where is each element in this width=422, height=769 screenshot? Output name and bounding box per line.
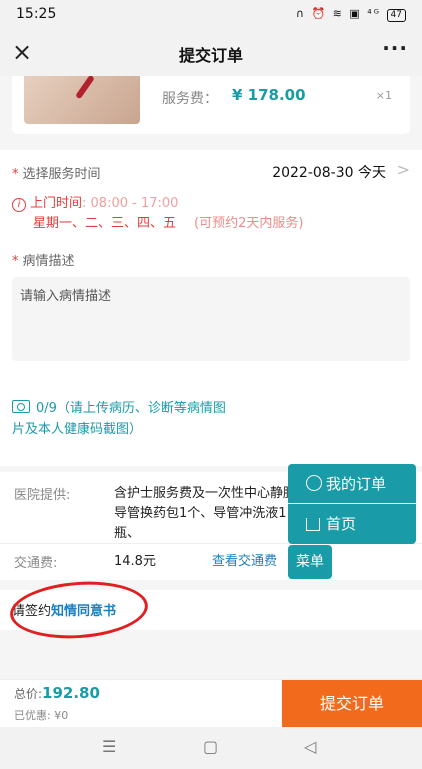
bottom-bar: 总价:192.80 已优惠: ¥0 提交订单: [0, 679, 422, 728]
time-and-description-section: * 选择服务时间 2022-08-30 今天 > i 上门时间: 08:00 - 1…: [0, 150, 422, 380]
service-time-label: * 选择服务时间: [12, 163, 101, 182]
catheter-image: [75, 76, 95, 100]
total-value: 192.80: [42, 684, 100, 702]
status-icon-set: ∩ ⏰ ≋ ▣ ⁴ᴳ: [295, 7, 382, 20]
home-button[interactable]: 首页: [288, 504, 416, 544]
my-orders-label: 我的订单: [326, 475, 387, 493]
status-time: 15:25: [16, 6, 57, 22]
service-card: 服务费： ¥ 178.00 ×1: [12, 76, 410, 134]
required-mark: *: [12, 167, 19, 182]
fee-label: 服务费：: [162, 91, 218, 107]
fee-value: ¥ 178.00: [232, 86, 306, 104]
hospital-provides-label: 医院提供:: [14, 488, 71, 503]
condition-label: * 病情描述: [12, 250, 75, 269]
service-thumbnail: [24, 76, 140, 124]
home-icon: [306, 518, 320, 531]
user-icon: [306, 475, 322, 491]
upload-section: 0/9（请上传病历、诊断等病情图片及本人健康码截图）: [0, 380, 422, 466]
condition-input[interactable]: 请输入病情描述: [12, 277, 410, 361]
back-icon[interactable]: ◁: [304, 737, 316, 756]
system-nav-bar: ☰ ▢ ◁: [0, 727, 422, 769]
visit-hours: : 08:00 - 17:00: [82, 196, 179, 211]
home-label: 首页: [326, 515, 357, 533]
battery-icon: 47: [386, 9, 406, 22]
booking-note: (可预约2天内服务): [194, 216, 304, 231]
my-orders-button[interactable]: 我的订单: [288, 464, 416, 504]
page-title: 提交订单: [178, 46, 243, 65]
hospital-provides-value: 含护士服务费及一次性中心静脉导管换药包1个、导管冲洗液1瓶、: [114, 486, 297, 541]
menu-button[interactable]: 菜单: [288, 545, 332, 579]
upload-text: 0/9（请上传病历、诊断等病情图片及本人健康码截图）: [12, 401, 226, 437]
chevron-right-icon[interactable]: >: [397, 160, 410, 179]
submit-order-button[interactable]: 提交订单: [282, 680, 422, 728]
required-mark: *: [12, 254, 19, 269]
visit-days-text: 星期一、二、三、四、五: [33, 216, 177, 231]
view-transport-fee-link[interactable]: 查看交通费: [212, 550, 277, 569]
camera-icon: [12, 400, 30, 413]
condition-label-text: 病情描述: [22, 254, 75, 269]
transport-fee-row: 交通费: 14.8元 查看交通费: [0, 544, 422, 580]
visit-days: 星期一、二、三、四、五 (可预约2天内服务): [33, 212, 303, 231]
floating-menu: 我的订单 首页: [288, 464, 416, 544]
red-annotation-circle: [8, 577, 150, 643]
status-icons: ∩ ⏰ ≋ ▣ ⁴ᴳ 47: [296, 7, 406, 22]
home-square-icon[interactable]: ▢: [203, 737, 218, 756]
more-icon[interactable]: ···: [382, 36, 408, 60]
visit-time-label: 上门时间: [30, 196, 83, 211]
status-bar: 15:25 ∩ ⏰ ≋ ▣ ⁴ᴳ 47: [0, 0, 422, 30]
discount-text: 已优惠: ¥0: [14, 709, 69, 722]
upload-images-button[interactable]: 0/9（请上传病历、诊断等病情图片及本人健康码截图）: [12, 398, 232, 440]
service-time-label-text: 选择服务时间: [22, 167, 101, 182]
total-label: 总价:: [14, 687, 43, 701]
info-icon: i: [12, 198, 26, 212]
service-date[interactable]: 2022-08-30 今天: [272, 162, 386, 182]
visit-time-notice: i 上门时间: 08:00 - 17:00: [12, 192, 178, 212]
nav-bar: × 提交订单 ···: [0, 30, 422, 76]
quantity: ×1: [375, 89, 392, 102]
total-price: 总价:192.80: [14, 684, 100, 702]
menu-icon[interactable]: ☰: [102, 737, 116, 756]
transport-fee-label: 交通费:: [14, 556, 58, 571]
